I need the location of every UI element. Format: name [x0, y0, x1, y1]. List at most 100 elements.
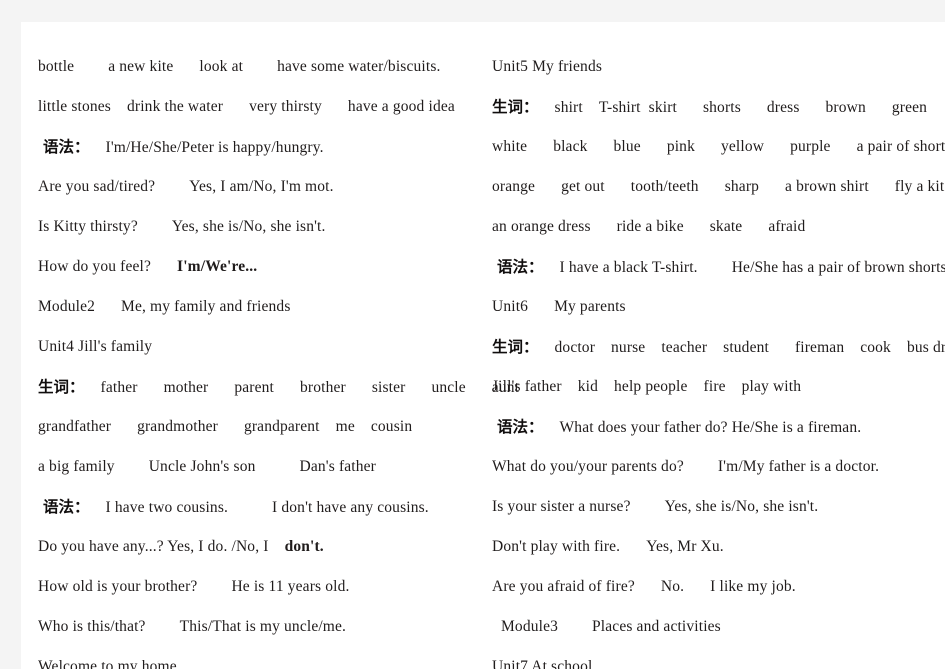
text-line: 语法： I'm/He/She/Peter is happy/hungry. — [38, 127, 490, 167]
text-segment: sharp — [724, 178, 760, 195]
text-segment: an orange dress — [492, 218, 591, 235]
vocabulary-label: 生词： — [492, 338, 539, 356]
text-segment: fireman — [794, 339, 845, 356]
text-segment: I'm/My father is a doctor. — [717, 458, 880, 475]
text-line: 生词： shirt T-shirt skirt shorts dress brown gree… — [492, 87, 942, 127]
text-segment: brown — [825, 99, 866, 116]
text-segment: My parents — [554, 298, 626, 315]
text-segment: I'm/We're... — [177, 258, 258, 275]
text-segment: doctor — [554, 339, 596, 356]
text-segment: No. — [660, 578, 685, 595]
text-line: 语法： I have a black T-shirt. He/She has a p… — [492, 247, 945, 287]
text-column-left: bottle a new kite look at have some water/b… — [38, 47, 519, 669]
text-segment: drink the water — [127, 98, 224, 115]
text-line: 生词： father mother parent brother sister uncle a… — [38, 367, 519, 407]
text-line: Is Kitty thirsty? Yes, she is/No, she isn… — [38, 207, 490, 247]
text-segment: Do you have any...? Yes, I do. /No, I — [38, 538, 269, 555]
text-segment: kid — [577, 378, 599, 395]
text-segment: Me, my family and friends — [121, 298, 291, 315]
text-line: Unit4 Jill's family — [38, 327, 490, 367]
text-segment: dress — [766, 99, 800, 116]
text-line: an orange dress ride a bike skate afraid — [492, 207, 942, 247]
text-segment: What do you/your parents do? — [492, 458, 684, 475]
text-line: How old is your brother? He is 11 years o… — [38, 567, 490, 607]
text-segment: Jill's father — [492, 378, 562, 395]
text-segment: Module2 — [38, 298, 96, 315]
text-segment: orange — [492, 178, 536, 195]
text-segment: a pair of shorts — [856, 138, 945, 155]
text-segment: Yes, I am/No, I'm mot. — [189, 178, 334, 195]
text-segment: teacher — [661, 339, 708, 356]
text-segment: I like my job. — [710, 578, 796, 595]
text-segment: What does your father do? He/She is a fi… — [559, 419, 862, 436]
text-segment: bus driver — [906, 339, 945, 356]
text-segment: little stones — [38, 98, 111, 115]
text-line: 语法： I have two cousins. I don't have any c… — [38, 487, 490, 527]
text-segment: Places and activities — [592, 618, 721, 635]
text-segment: shorts — [702, 99, 741, 116]
text-segment: cousin — [370, 418, 413, 435]
vocabulary-label: 生词： — [38, 378, 85, 396]
text-line: Unit7 At school — [492, 647, 942, 669]
text-segment: Unit7 At school — [492, 658, 593, 669]
text-line: Are you afraid of fire? No. I like my job. — [492, 567, 942, 607]
text-segment: I have two cousins. — [105, 499, 229, 516]
text-segment: Yes, Mr Xu. — [646, 538, 724, 555]
text-segment: white — [492, 138, 528, 155]
text-segment: Are you afraid of fire? — [492, 578, 635, 595]
text-segment: grandfather — [38, 418, 112, 435]
text-segment: parent — [234, 379, 275, 396]
text-line: Unit5 My friends — [492, 47, 942, 87]
text-segment: ride a bike — [616, 218, 684, 235]
text-segment: Dan's father — [299, 458, 376, 475]
text-segment: He is 11 years old. — [231, 578, 350, 595]
text-segment: Yes, she is/No, she isn't. — [171, 218, 326, 235]
text-line: Module3 Places and activities — [492, 607, 942, 647]
text-line: orange get out tooth/teeth sharp a brown shi… — [492, 167, 945, 207]
text-segment: Uncle John's son — [148, 458, 256, 475]
text-line: Welcome to my home. — [38, 647, 490, 669]
text-segment: This/That is my uncle/me. — [179, 618, 347, 635]
text-column-right: Unit5 My friends 生词： shirt T-shirt skirt shor… — [492, 47, 945, 669]
text-segment: fly a kite — [894, 178, 945, 195]
text-segment: help people — [614, 378, 688, 395]
text-line: How do you feel? I'm/We're... — [38, 247, 490, 287]
text-segment: yellow — [720, 138, 765, 155]
text-segment: a big family — [38, 458, 115, 475]
text-segment: purple — [790, 138, 831, 155]
text-line: Module2 Me, my family and friends — [38, 287, 490, 327]
text-segment: tooth/teeth — [630, 178, 699, 195]
text-segment: grandparent — [243, 418, 320, 435]
text-segment: play with — [741, 378, 802, 395]
text-segment: pink — [666, 138, 695, 155]
text-segment: have a good idea — [347, 98, 455, 115]
text-segment: student — [723, 339, 769, 356]
text-segment: Unit4 Jill's family — [38, 338, 153, 355]
text-segment: grandmother — [137, 418, 218, 435]
text-line: grandfather grandmother grandparent me cousi… — [38, 407, 490, 447]
text-segment: Are you sad/tired? — [38, 178, 156, 195]
text-segment: Who is this/that? — [38, 618, 146, 635]
text-segment: Yes, she is/No, she isn't. — [664, 498, 819, 515]
text-segment: skate — [709, 218, 743, 235]
text-segment: Unit6 — [492, 298, 529, 315]
grammar-label: 语法： — [497, 418, 544, 436]
text-segment: brother — [300, 379, 346, 396]
text-line: 语法： What does your father do? He/She is a… — [492, 407, 942, 447]
text-segment: I don't have any cousins. — [272, 499, 429, 516]
text-segment: afraid — [768, 218, 806, 235]
grammar-label: 语法： — [497, 258, 544, 276]
text-segment: skirt — [648, 99, 677, 116]
text-segment: very thirsty — [249, 98, 322, 115]
text-segment: have some water/biscuits. — [277, 58, 441, 75]
text-segment: I have a black T-shirt. — [559, 259, 698, 276]
text-line: Don't play with fire. Yes, Mr Xu. — [492, 527, 942, 567]
text-line: little stones drink the water very thirsty… — [38, 87, 490, 127]
text-line: Do you have any...? Yes, I do. /No, I don… — [38, 527, 490, 567]
text-segment: I'm/He/She/Peter is happy/hungry. — [105, 139, 324, 156]
text-segment: nurse — [611, 339, 646, 356]
vocabulary-label: 生词： — [492, 98, 539, 116]
text-segment: blue — [613, 138, 641, 155]
text-segment: green — [891, 99, 928, 116]
text-line: Are you sad/tired? Yes, I am/No, I'm mot. — [38, 167, 490, 207]
